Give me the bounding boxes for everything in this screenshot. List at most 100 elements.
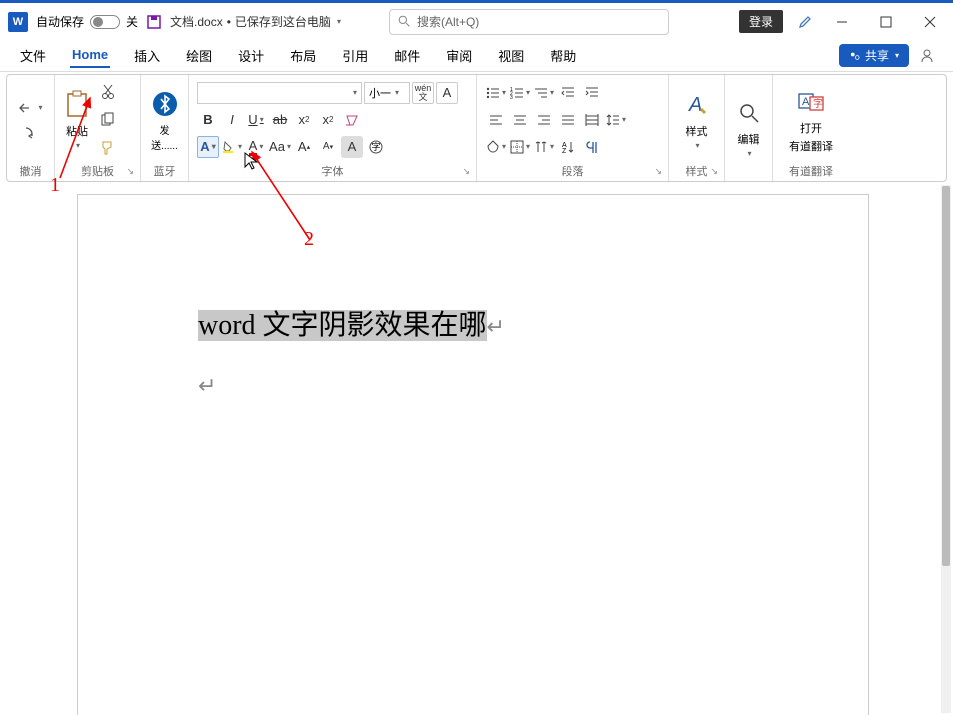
- shrink-font-button[interactable]: A▾: [317, 136, 339, 158]
- asian-layout-button[interactable]: ▾: [533, 136, 555, 158]
- align-right-button[interactable]: [533, 109, 555, 131]
- ribbon-group-styles: A 样式 ▾ 样式↘: [669, 75, 725, 181]
- ribbon: ▾ 撤消 粘贴 ▾ 剪贴板↘ 发送...... 蓝牙: [6, 74, 947, 182]
- tab-file[interactable]: 文件: [18, 42, 48, 69]
- document-title[interactable]: 文档.docx • 已保存到这台电脑 ▾: [170, 13, 341, 30]
- copy-button[interactable]: [97, 109, 119, 131]
- font-size-combo[interactable]: 小一▾: [364, 82, 410, 104]
- grow-font-button[interactable]: A▴: [293, 136, 315, 158]
- autosave-label: 自动保存: [36, 13, 84, 30]
- clear-formatting-button[interactable]: [341, 109, 363, 131]
- underline-button[interactable]: U▾: [245, 109, 267, 131]
- save-icon[interactable]: [146, 14, 162, 30]
- youdao-open-button[interactable]: A字 打开 有道翻译: [779, 79, 843, 160]
- change-case-button[interactable]: Aa▾: [269, 136, 291, 158]
- title-bar: W 自动保存 关 文档.docx • 已保存到这台电脑 ▾ 搜索(Alt+Q) …: [0, 0, 953, 40]
- tab-design[interactable]: 设计: [236, 42, 266, 69]
- italic-button[interactable]: I: [221, 109, 243, 131]
- svg-text:3: 3: [510, 95, 513, 100]
- dialog-launcher-icon[interactable]: ↘: [710, 166, 718, 177]
- tab-help[interactable]: 帮助: [548, 42, 578, 69]
- increase-indent-button[interactable]: [581, 82, 603, 104]
- maximize-button[interactable]: [871, 7, 901, 37]
- chevron-down-icon: ▾: [747, 149, 751, 158]
- minimize-button[interactable]: [827, 7, 857, 37]
- search-icon: [733, 97, 765, 129]
- share-button[interactable]: 共享 ▾: [839, 44, 909, 67]
- tab-layout[interactable]: 布局: [288, 42, 318, 69]
- bold-button[interactable]: B: [197, 109, 219, 131]
- chevron-down-icon: ▾: [895, 51, 899, 60]
- styles-icon: A: [681, 89, 713, 121]
- format-painter-button[interactable]: [97, 137, 119, 159]
- search-input[interactable]: 搜索(Alt+Q): [389, 9, 669, 35]
- paste-button[interactable]: 粘贴 ▾: [61, 79, 93, 160]
- person-icon[interactable]: [919, 48, 935, 64]
- tab-home[interactable]: Home: [70, 43, 110, 68]
- justify-button[interactable]: [557, 109, 579, 131]
- chevron-down-icon: ▾: [76, 141, 80, 150]
- phonetic-guide-button[interactable]: wén文: [412, 82, 434, 104]
- superscript-button[interactable]: x2: [317, 109, 339, 131]
- tab-draw[interactable]: 绘图: [184, 42, 214, 69]
- dialog-launcher-icon[interactable]: ↘: [654, 166, 662, 177]
- numbering-button[interactable]: 123▾: [509, 82, 531, 104]
- text-effects-button[interactable]: A▾: [197, 136, 219, 158]
- editing-button[interactable]: 编辑 ▾: [731, 79, 766, 176]
- close-button[interactable]: [915, 7, 945, 37]
- chevron-down-icon: ▾: [695, 141, 699, 150]
- ribbon-group-youdao: A字 打开 有道翻译 有道翻译: [773, 75, 849, 181]
- login-button[interactable]: 登录: [739, 10, 783, 33]
- share-icon: [849, 50, 861, 62]
- enclose-characters-button[interactable]: 字: [365, 136, 387, 158]
- shading-button[interactable]: ▾: [485, 136, 507, 158]
- ribbon-group-undo: ▾ 撤消: [7, 75, 55, 181]
- strikethrough-button[interactable]: ab: [269, 109, 291, 131]
- selected-text[interactable]: word 文字阴影效果在哪: [198, 310, 487, 341]
- multilevel-list-button[interactable]: ▾: [533, 82, 555, 104]
- tab-references[interactable]: 引用: [340, 42, 370, 69]
- highlight-button[interactable]: ▾: [221, 136, 243, 158]
- autosave-toggle[interactable]: 自动保存 关: [36, 13, 138, 30]
- bullets-button[interactable]: ▾: [485, 82, 507, 104]
- align-center-button[interactable]: [509, 109, 531, 131]
- svg-text:字: 字: [371, 141, 380, 152]
- styles-button[interactable]: A 样式 ▾: [675, 79, 718, 160]
- paragraph-mark-icon: ↵: [198, 373, 216, 398]
- redo-button[interactable]: [20, 121, 42, 143]
- sort-button[interactable]: AZ: [557, 136, 579, 158]
- dialog-launcher-icon[interactable]: ↘: [126, 166, 134, 177]
- svg-text:A: A: [802, 96, 810, 108]
- show-marks-button[interactable]: [581, 136, 603, 158]
- autosave-state: 关: [126, 13, 138, 30]
- document-page[interactable]: word 文字阴影效果在哪↵ ↵: [78, 195, 868, 715]
- cut-button[interactable]: [97, 81, 119, 103]
- annotation-label-1: 1: [50, 174, 60, 197]
- paragraph-mark-icon: ↵: [487, 314, 505, 339]
- font-color-button[interactable]: A▾: [245, 136, 267, 158]
- align-left-button[interactable]: [485, 109, 507, 131]
- decrease-indent-button[interactable]: [557, 82, 579, 104]
- font-name-combo[interactable]: ▾: [197, 82, 362, 104]
- tab-review[interactable]: 审阅: [444, 42, 474, 69]
- tab-insert[interactable]: 插入: [132, 42, 162, 69]
- character-border-button[interactable]: A: [436, 82, 458, 104]
- undo-button[interactable]: ▾: [18, 97, 42, 119]
- dialog-launcher-icon[interactable]: ↘: [462, 166, 470, 177]
- ribbon-group-editing: 编辑 ▾: [725, 75, 773, 181]
- vertical-scrollbar[interactable]: [941, 185, 951, 713]
- subscript-button[interactable]: x2: [293, 109, 315, 131]
- toggle-switch-icon[interactable]: [90, 15, 120, 29]
- bluetooth-send-button[interactable]: 发送......: [147, 79, 182, 160]
- svg-text:Z: Z: [562, 148, 567, 154]
- character-shading-button[interactable]: A: [341, 136, 363, 158]
- pen-icon[interactable]: [797, 14, 813, 30]
- line-spacing-button[interactable]: ▾: [605, 109, 627, 131]
- distribute-button[interactable]: [581, 109, 603, 131]
- scrollbar-thumb[interactable]: [942, 186, 950, 566]
- tab-view[interactable]: 视图: [496, 42, 526, 69]
- tab-mailings[interactable]: 邮件: [392, 42, 422, 69]
- borders-button[interactable]: ▾: [509, 136, 531, 158]
- translate-icon: A字: [795, 86, 827, 118]
- svg-text:字: 字: [813, 97, 823, 110]
